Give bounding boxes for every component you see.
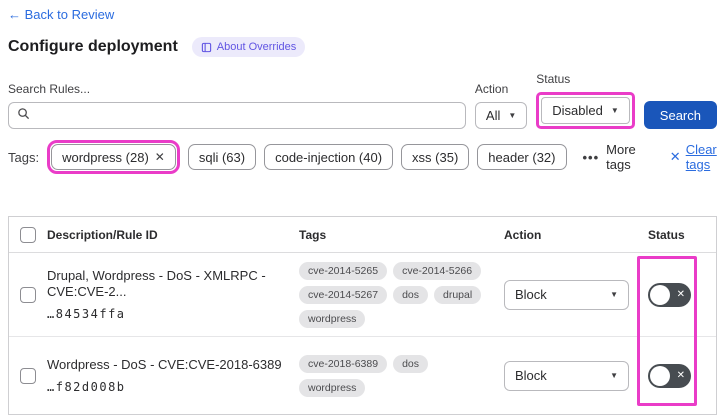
chevron-down-icon: ▼ [610, 106, 619, 115]
tag-chip-sqli[interactable]: sqli (63) [187, 144, 257, 170]
remove-tag-icon[interactable]: ✕ [155, 150, 165, 164]
search-icon [17, 107, 30, 125]
rule-tag-pill: cve-2018-6389 [299, 354, 388, 373]
action-filter-group: Action All ▼ [474, 82, 528, 129]
about-overrides-label: About Overrides [216, 41, 297, 53]
rules-table-wrap: Description/Rule ID Tags Action Status D… [8, 216, 717, 415]
table-header-row: Description/Rule ID Tags Action Status [9, 217, 716, 253]
row-checkbox-cell [9, 286, 47, 303]
search-rules-input[interactable] [36, 108, 457, 123]
tag-chip-label: wordpress (28) [62, 149, 149, 165]
rule-action-cell: Block ▼ [504, 360, 634, 391]
rule-tags-cell: cve-2014-5265 cve-2014-5266 cve-2014-526… [299, 261, 504, 328]
rules-table: Description/Rule ID Tags Action Status D… [8, 216, 717, 415]
status-filter-group: Status Disabled ▼ [536, 72, 635, 129]
search-group: Search Rules... [8, 82, 466, 129]
title-row: Configure deployment About Overrides [8, 37, 717, 57]
tag-chip-label: header (32) [488, 149, 556, 165]
action-select[interactable]: Block ▼ [504, 360, 629, 391]
more-tags-button[interactable]: ••• More tags [583, 142, 636, 172]
tags-label: Tags: [8, 149, 40, 165]
rule-tag-pill: cve-2014-5266 [393, 261, 482, 280]
page-title: Configure deployment [8, 38, 178, 55]
tag-chip-header[interactable]: header (32) [477, 144, 567, 170]
rule-tags-cell: cve-2018-6389 dos wordpress [299, 354, 504, 397]
table-row: Wordpress - DoS - CVE:CVE-2018-6389 …f82… [9, 337, 716, 414]
rule-description-cell: Wordpress - DoS - CVE:CVE-2018-6389 …f82… [47, 357, 299, 395]
tag-chip-label: xss (35) [412, 149, 459, 165]
column-header-action: Action [504, 227, 542, 242]
status-label: Status [536, 72, 571, 86]
rule-tag-pill: drupal [434, 285, 482, 304]
about-overrides-badge[interactable]: About Overrides [191, 37, 306, 57]
filter-bar: Search Rules... Action All ▼ Status Disa… [8, 72, 717, 129]
status-dropdown[interactable]: Disabled ▼ [541, 97, 630, 124]
action-select-value: Block [515, 287, 547, 302]
column-header-description: Description/Rule ID [47, 227, 158, 242]
row-checkbox-cell [9, 367, 47, 384]
chevron-down-icon: ▼ [610, 371, 618, 380]
tags-bar: Tags: wordpress (28) ✕ sqli (63) code-in… [8, 140, 717, 174]
tag-chip-label: sqli (63) [198, 149, 246, 165]
header-checkbox-cell [9, 226, 47, 243]
action-select-value: Block [515, 368, 547, 383]
rule-tag-pill: dos [393, 285, 428, 304]
action-select[interactable]: Block ▼ [504, 279, 629, 310]
rule-tag-pill: cve-2014-5265 [299, 261, 388, 280]
row-checkbox[interactable] [20, 286, 36, 303]
rule-description: Drupal, Wordpress - DoS - XMLRPC - CVE:C… [47, 267, 266, 299]
rule-tag-pill: dos [393, 354, 428, 373]
row-checkbox[interactable] [20, 367, 36, 384]
rule-tag-pill: wordpress [299, 309, 366, 328]
column-header-status: Status [648, 227, 685, 242]
rule-status-cell: ✕ [634, 282, 716, 307]
toggle-knob [650, 365, 670, 386]
search-box[interactable] [8, 102, 466, 129]
back-to-review-link[interactable]: ← Back to Review [8, 7, 114, 22]
action-label: Action [474, 82, 509, 96]
tag-chip-wordpress[interactable]: wordpress (28) ✕ [51, 144, 176, 170]
tag-chip-label: code-injection (40) [275, 149, 383, 165]
rule-action-cell: Block ▼ [504, 279, 634, 310]
tag-chip-xss[interactable]: xss (35) [401, 144, 470, 170]
ellipsis-icon: ••• [582, 149, 600, 165]
toggle-x-icon: ✕ [676, 369, 685, 381]
rule-id: …84534ffa [47, 307, 126, 322]
column-header-tags: Tags [299, 227, 327, 242]
status-dropdown-value: Disabled [552, 103, 603, 118]
configure-deployment-page: ← Back to Review Configure deployment Ab… [0, 0, 725, 415]
selected-tag-highlight: wordpress (28) ✕ [47, 140, 180, 174]
rule-tag-pill: cve-2014-5267 [299, 285, 388, 304]
clear-tags-button[interactable]: ✕ Clear tags [670, 142, 717, 172]
rule-id: …f82d008b [47, 380, 126, 395]
tag-chip-code-injection[interactable]: code-injection (40) [264, 144, 394, 170]
rule-description: Wordpress - DoS - CVE:CVE-2018-6389 [47, 356, 282, 372]
clear-tags-label: Clear tags [685, 142, 717, 172]
rule-description-cell: Drupal, Wordpress - DoS - XMLRPC - CVE:C… [47, 268, 299, 321]
status-toggle-off[interactable]: ✕ [648, 363, 691, 388]
search-rules-label: Search Rules... [8, 82, 91, 96]
action-dropdown-value: All [485, 108, 501, 123]
toggle-knob [650, 284, 670, 305]
select-all-checkbox[interactable] [20, 226, 36, 243]
toggle-x-icon: ✕ [676, 288, 685, 300]
chevron-down-icon: ▼ [610, 290, 618, 299]
more-tags-label: More tags [606, 142, 636, 172]
action-dropdown[interactable]: All ▼ [474, 102, 528, 129]
table-row: Drupal, Wordpress - DoS - XMLRPC - CVE:C… [9, 253, 716, 337]
search-button[interactable]: Search [643, 101, 717, 129]
rule-status-cell: ✕ [634, 363, 716, 388]
book-icon [201, 42, 212, 53]
status-dropdown-highlight: Disabled ▼ [536, 92, 635, 129]
status-toggle-off[interactable]: ✕ [648, 282, 691, 307]
close-icon: ✕ [669, 149, 681, 164]
rule-tag-pill: wordpress [299, 378, 366, 397]
chevron-down-icon: ▼ [508, 111, 517, 120]
